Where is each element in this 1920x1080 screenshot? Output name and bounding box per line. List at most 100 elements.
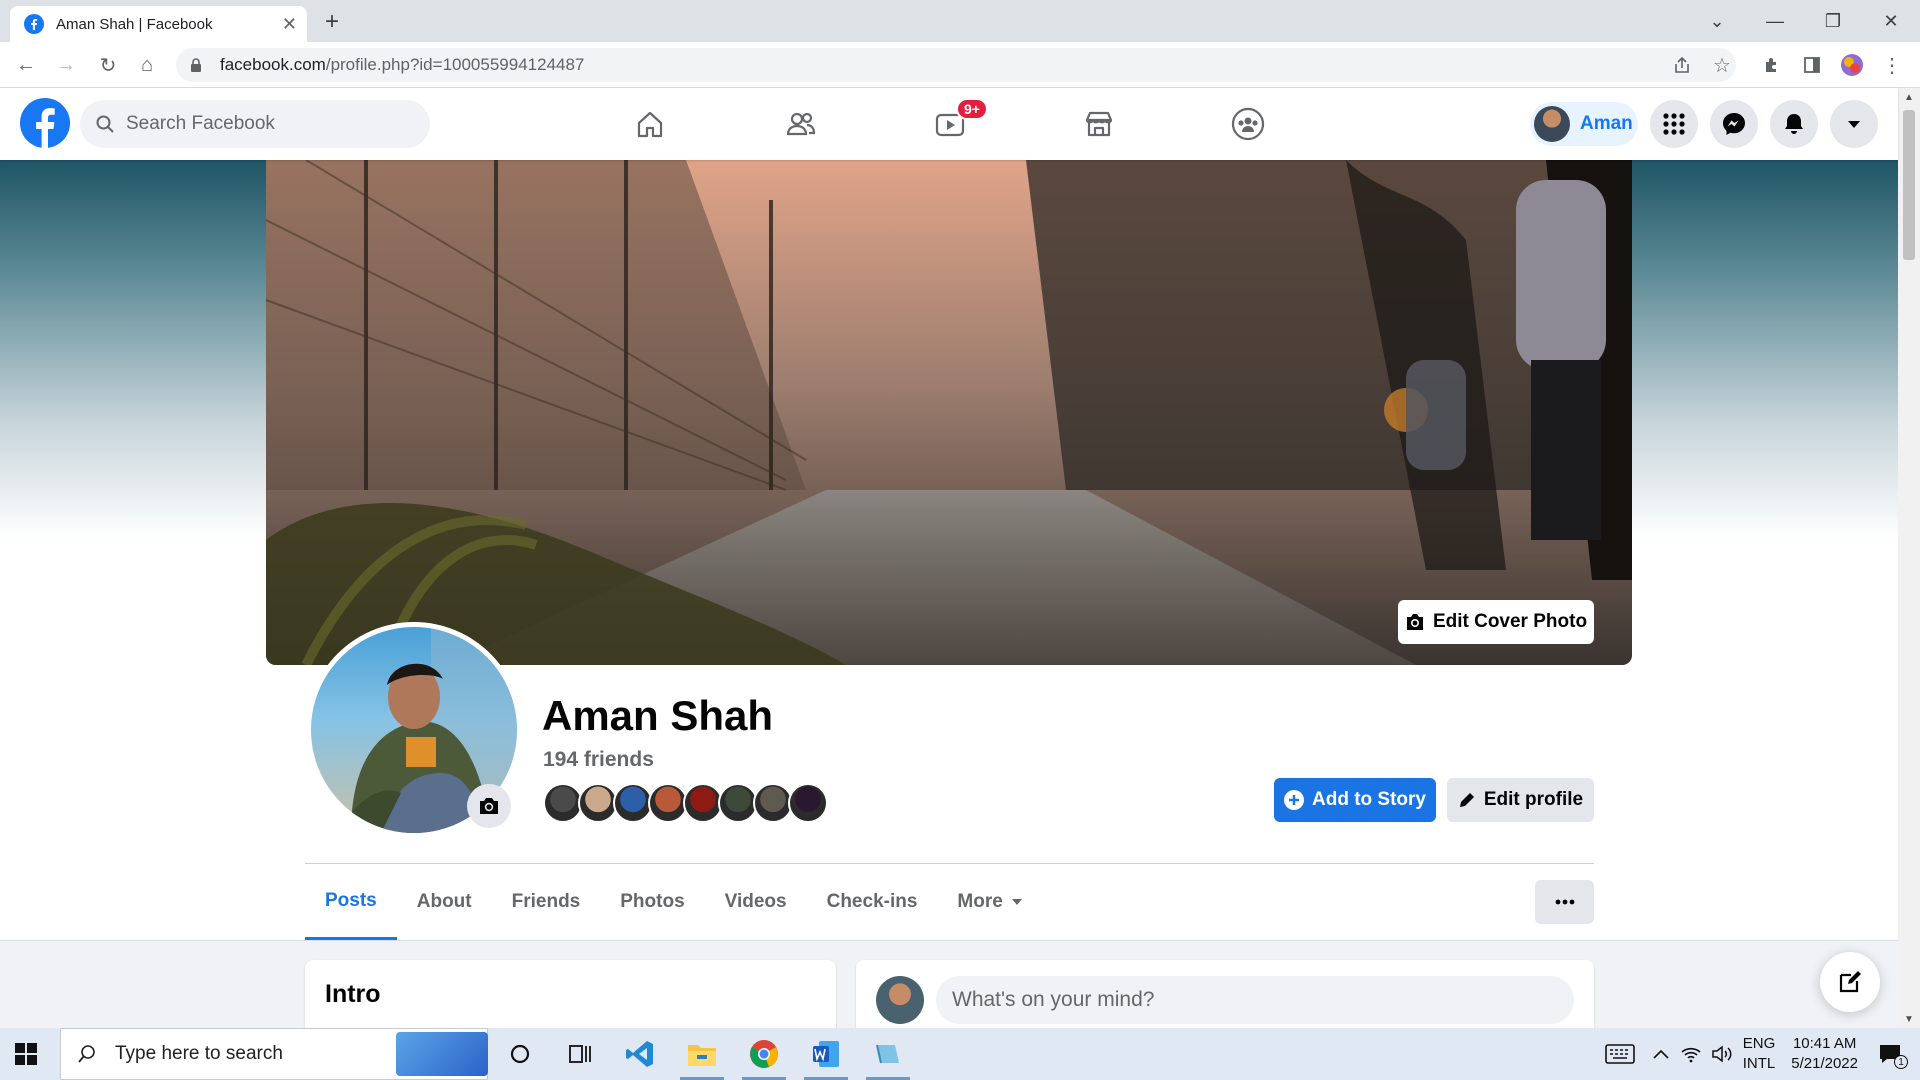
home-icon[interactable] [626, 100, 674, 148]
groups-icon[interactable] [1224, 100, 1272, 148]
facebook-favicon-icon [24, 14, 44, 34]
tab-label: About [416, 891, 472, 912]
chrome-icon[interactable] [738, 1034, 790, 1080]
windows-taskbar: Type here to search ENG INTL 10:41 AM 5/… [0, 1028, 1920, 1080]
extensions-icon[interactable] [1760, 53, 1784, 77]
friend-avatar[interactable] [543, 783, 583, 823]
scrollbar-thumb[interactable] [1903, 110, 1915, 260]
friend-avatar[interactable] [683, 783, 723, 823]
page-scrollbar[interactable]: ▲ ▼ [1898, 88, 1920, 1028]
edit-profile-button[interactable]: Edit profile [1447, 778, 1594, 822]
reload-icon[interactable]: ↻ [96, 53, 120, 77]
menu-grid-icon[interactable] [1650, 100, 1698, 148]
clock[interactable]: 10:41 AM 5/21/2022 [1791, 1034, 1858, 1074]
new-tab-icon[interactable]: + [325, 8, 339, 36]
composer-placeholder: What's on your mind? [952, 988, 1155, 1011]
scroll-up-icon[interactable]: ▲ [1904, 92, 1914, 103]
tab-photos[interactable]: Photos [600, 864, 704, 940]
search-icon [78, 1045, 95, 1063]
facebook-header: Search Facebook 9+ Aman [0, 88, 1898, 160]
profile-more-options-button[interactable] [1535, 880, 1594, 924]
task-view-icon[interactable] [554, 1034, 606, 1074]
tab-label: More [957, 891, 1003, 912]
friend-avatars-row [543, 783, 828, 823]
tab-videos[interactable]: Videos [705, 864, 807, 940]
keyboard-icon[interactable] [1604, 1044, 1635, 1064]
tab-posts[interactable]: Posts [305, 864, 397, 940]
forward-icon[interactable]: → [54, 53, 78, 77]
url-path: /profile.php?id=100055994124487 [325, 55, 585, 74]
lock-icon [191, 58, 201, 72]
friend-avatar[interactable] [788, 783, 828, 823]
window-controls: ⌄ — ❐ ✕ [1688, 0, 1920, 42]
cover-photo[interactable] [266, 160, 1632, 665]
wifi-icon[interactable] [1681, 1045, 1701, 1063]
action-center-icon[interactable]: 1 [1878, 1043, 1908, 1069]
friends-icon[interactable] [777, 100, 825, 148]
profile-shortcut[interactable]: Aman [1530, 102, 1638, 146]
back-icon[interactable]: ← [14, 53, 38, 77]
camera-icon [1406, 614, 1423, 630]
friend-avatar[interactable] [718, 783, 758, 823]
search-input[interactable]: Search Facebook [80, 100, 430, 148]
messenger-icon[interactable] [1710, 100, 1758, 148]
friend-avatar[interactable] [648, 783, 688, 823]
scroll-down-icon[interactable]: ▼ [1904, 1014, 1914, 1025]
side-panel-icon[interactable] [1800, 53, 1824, 77]
restore-icon[interactable]: ❐ [1804, 0, 1862, 42]
chrome-profile-avatar[interactable] [1840, 53, 1864, 77]
minimize-icon[interactable]: — [1746, 0, 1804, 42]
browser-tab[interactable]: Aman Shah | Facebook ✕ [10, 6, 307, 42]
search-highlight-image[interactable] [396, 1032, 488, 1076]
compose-icon [1839, 971, 1861, 993]
file-explorer-icon[interactable] [676, 1034, 728, 1080]
notifications-icon[interactable] [1770, 100, 1818, 148]
tab-label: Videos [724, 891, 787, 912]
tab-more[interactable]: More [937, 864, 1042, 940]
add-to-story-button[interactable]: Add to Story [1274, 778, 1436, 822]
word-icon[interactable] [800, 1034, 852, 1080]
intro-title: Intro [325, 980, 381, 1008]
profile-name: Aman Shah [542, 692, 774, 739]
composer-input[interactable]: What's on your mind? [936, 976, 1574, 1024]
show-hidden-icons-icon[interactable] [1653, 1049, 1669, 1059]
close-tab-icon[interactable]: ✕ [282, 14, 297, 35]
volume-icon[interactable] [1711, 1045, 1733, 1063]
input-language[interactable]: ENG INTL [1743, 1034, 1776, 1074]
avatar [876, 976, 924, 1024]
user-name: Aman [1580, 113, 1633, 134]
facebook-logo[interactable] [20, 98, 70, 148]
home-page-icon[interactable]: ⌂ [135, 53, 159, 77]
new-message-button[interactable] [1820, 952, 1880, 1012]
tab-check-ins[interactable]: Check-ins [807, 864, 938, 940]
friend-avatar[interactable] [613, 783, 653, 823]
section-separator [0, 940, 1898, 941]
windows-start-icon[interactable] [14, 1042, 38, 1066]
tab-search-icon[interactable]: ⌄ [1688, 0, 1746, 42]
search-placeholder: Search Facebook [126, 113, 275, 134]
bookmark-star-icon[interactable]: ☆ [1710, 53, 1734, 77]
account-caret-icon[interactable] [1830, 100, 1878, 148]
chevron-down-icon [1011, 899, 1022, 905]
friend-avatar[interactable] [753, 783, 793, 823]
edit-cover-photo-label: Edit Cover Photo [1432, 611, 1588, 632]
avatar [1534, 106, 1570, 142]
app-icon[interactable] [862, 1034, 914, 1080]
pencil-icon [1459, 793, 1474, 807]
friend-count-link[interactable]: 194 friends [543, 748, 654, 772]
update-profile-picture-button[interactable] [467, 784, 511, 828]
share-icon[interactable] [1670, 53, 1694, 77]
marketplace-icon[interactable] [1075, 100, 1123, 148]
url-host: facebook.com [220, 55, 326, 74]
vscode-icon[interactable] [614, 1034, 666, 1074]
edit-cover-photo-button[interactable]: Edit Cover Photo [1398, 600, 1594, 644]
clock-time: 10:41 AM [1792, 1035, 1857, 1052]
address-bar[interactable]: facebook.com/profile.php?id=100055994124… [176, 48, 1736, 82]
chrome-menu-icon[interactable]: ⋮ [1880, 53, 1904, 77]
friend-avatar[interactable] [578, 783, 618, 823]
tab-about[interactable]: About [397, 864, 492, 940]
plus-circle-icon [1284, 790, 1304, 810]
tab-friends[interactable]: Friends [492, 864, 601, 940]
cortana-icon[interactable] [494, 1034, 546, 1074]
close-window-icon[interactable]: ✕ [1862, 0, 1920, 42]
